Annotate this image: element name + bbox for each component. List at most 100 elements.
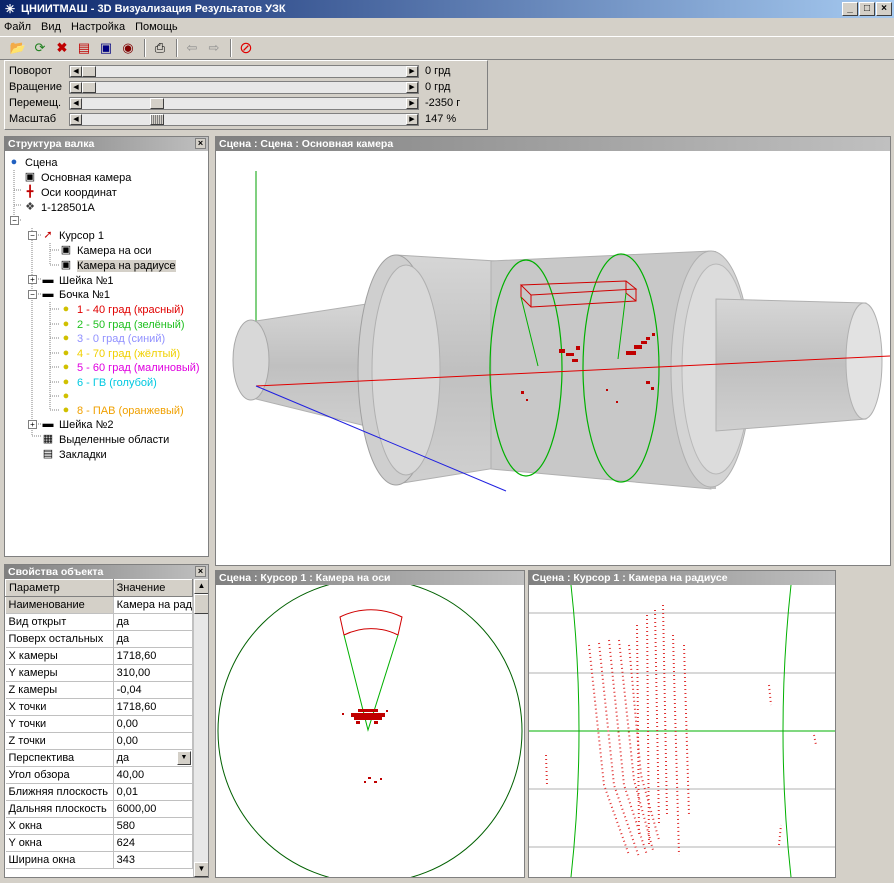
open-folder-icon[interactable]: 📂 bbox=[8, 38, 28, 58]
table-row[interactable]: Поверх остальных да bbox=[5, 630, 194, 648]
delete-icon[interactable]: ✖ bbox=[52, 38, 72, 58]
param-value[interactable]: 343 bbox=[113, 851, 194, 869]
table-row[interactable]: Z камеры -0,04 bbox=[5, 681, 194, 699]
scroll-right-icon[interactable]: ▶ bbox=[406, 113, 418, 125]
axis-camera-view[interactable]: Сцена : Курсор 1 : Камера на оси bbox=[215, 570, 525, 878]
minimize-button[interactable]: _ bbox=[842, 2, 858, 16]
table-row[interactable]: Ширина окна 343 bbox=[5, 851, 194, 869]
param-value[interactable]: 0,00 bbox=[113, 732, 194, 750]
back-icon[interactable]: ⇦ bbox=[182, 38, 202, 58]
param-value[interactable]: 310,00 bbox=[113, 664, 194, 682]
tree-item-beam-4[interactable]: ● 4 - 70 град (жёлтый) bbox=[59, 346, 181, 361]
table-row[interactable]: Наименование Камера на рад bbox=[5, 596, 194, 614]
column-header-value[interactable]: Значение bbox=[112, 579, 194, 597]
perspective-select[interactable]: да ▼ bbox=[113, 749, 194, 767]
scroll-thumb[interactable] bbox=[194, 594, 208, 614]
tree-item-neck-1[interactable]: ▬ Шейка №1 bbox=[41, 273, 114, 288]
forward-icon[interactable]: ⇨ bbox=[204, 38, 224, 58]
maximize-button[interactable]: □ bbox=[859, 2, 875, 16]
param-value[interactable]: 624 bbox=[113, 834, 194, 852]
stop-icon[interactable]: ⊘ bbox=[236, 38, 256, 58]
tree-item-bookmarks[interactable]: ▤ Закладки bbox=[41, 447, 107, 462]
tree-item-axis-camera[interactable]: ▣ Камера на оси bbox=[59, 243, 152, 258]
param-value[interactable]: 40,00 bbox=[113, 766, 194, 784]
param-value[interactable]: 1718,60 bbox=[113, 647, 194, 665]
rotation-slider[interactable]: ◀ ▶ bbox=[69, 64, 419, 78]
table-row[interactable]: Перспектива да ▼ bbox=[5, 749, 194, 767]
properties-scrollbar[interactable]: ▲ ▼ bbox=[193, 579, 208, 877]
scroll-right-icon[interactable]: ▶ bbox=[406, 97, 418, 109]
tree-item-beam-1[interactable]: ● 1 - 40 град (красный) bbox=[59, 302, 184, 317]
refresh-icon[interactable]: ⟳ bbox=[30, 38, 50, 58]
close-icon[interactable]: × bbox=[195, 566, 206, 577]
tree-item-radius-camera[interactable]: ▣ Камера на радиусе bbox=[59, 258, 176, 273]
main-3d-view[interactable]: Сцена : Сцена : Основная камера bbox=[215, 136, 891, 566]
param-value[interactable]: 580 bbox=[113, 817, 194, 835]
print-icon[interactable]: ⎙ bbox=[150, 38, 170, 58]
tree-item-beam-8[interactable]: ● 8 - ПАВ (оранжевый) bbox=[59, 403, 184, 418]
table-row[interactable]: X камеры 1718,60 bbox=[5, 647, 194, 665]
export-icon[interactable]: ▤ bbox=[74, 38, 94, 58]
tree-item-barrel-1[interactable]: ▬ Бочка №1 bbox=[41, 287, 110, 302]
scroll-left-icon[interactable]: ◀ bbox=[70, 97, 82, 109]
tree-item-regions[interactable]: ▦ Выделенные области bbox=[41, 432, 170, 447]
slider-thumb[interactable] bbox=[82, 65, 96, 77]
radius-canvas[interactable] bbox=[529, 585, 835, 877]
expand-toggle[interactable]: + bbox=[28, 420, 37, 429]
scroll-right-icon[interactable]: ▶ bbox=[406, 81, 418, 93]
param-value[interactable]: 1718,60 bbox=[113, 698, 194, 716]
table-row[interactable]: Y окна 624 bbox=[5, 834, 194, 852]
tree-item-beam-3[interactable]: ● 3 - 0 град (синий) bbox=[59, 331, 165, 346]
table-row[interactable]: Вид открыт да bbox=[5, 613, 194, 631]
table-row[interactable]: Ближняя плоскость 0,01 bbox=[5, 783, 194, 801]
table-row[interactable]: X точки 1718,60 bbox=[5, 698, 194, 716]
axis-canvas[interactable] bbox=[216, 585, 524, 877]
table-row[interactable]: Угол обзора 40,00 bbox=[5, 766, 194, 784]
spin-slider[interactable]: ◀ ▶ bbox=[69, 80, 419, 94]
scroll-up-icon[interactable]: ▲ bbox=[194, 579, 208, 594]
param-value[interactable]: -0,04 bbox=[113, 681, 194, 699]
tree-item-part[interactable]: ❖ 1-128501А bbox=[23, 200, 95, 215]
collapse-toggle[interactable]: − bbox=[28, 231, 37, 240]
expand-toggle[interactable]: + bbox=[28, 275, 37, 284]
param-value[interactable]: да bbox=[113, 630, 194, 648]
param-value[interactable]: 0,01 bbox=[113, 783, 194, 801]
tree-item-beam-7[interactable]: ● bbox=[59, 389, 77, 404]
radius-camera-view[interactable]: Сцена : Курсор 1 : Камера на радиусе bbox=[528, 570, 836, 878]
param-value[interactable]: да bbox=[113, 613, 194, 631]
tree-item-beam-5[interactable]: ● 5 - 60 град (малиновый) bbox=[59, 360, 200, 375]
tree-item-beam-2[interactable]: ● 2 - 50 град (зелёный) bbox=[59, 317, 185, 332]
tree-item-neck-2[interactable]: ▬ Шейка №2 bbox=[41, 417, 114, 432]
scroll-down-icon[interactable]: ▼ bbox=[194, 862, 208, 877]
tree-item-cursor[interactable]: ➚ Курсор 1 bbox=[41, 228, 104, 243]
tree-item-beam-6[interactable]: ● 6 - ГВ (голубой) bbox=[59, 375, 157, 390]
menu-file[interactable]: Файл bbox=[4, 21, 31, 33]
save-icon[interactable]: ▣ bbox=[96, 38, 116, 58]
close-icon[interactable]: × bbox=[195, 138, 206, 149]
tree-item-scene[interactable]: ● Сцена bbox=[7, 155, 58, 170]
chevron-down-icon[interactable]: ▼ bbox=[177, 751, 191, 765]
slider-thumb[interactable] bbox=[82, 81, 96, 93]
table-row[interactable]: Z точки 0,00 bbox=[5, 732, 194, 750]
scene-canvas[interactable] bbox=[216, 151, 890, 565]
param-value[interactable]: 6000,00 bbox=[113, 800, 194, 818]
param-value[interactable]: Камера на рад bbox=[113, 596, 194, 614]
collapse-toggle[interactable]: − bbox=[28, 290, 37, 299]
title-bar[interactable]: ✳ ЦНИИТМАШ - 3D Визуализация Результатов… bbox=[0, 0, 894, 18]
scroll-right-icon[interactable]: ▶ bbox=[406, 65, 418, 77]
table-row[interactable]: X окна 580 bbox=[5, 817, 194, 835]
print-preview-icon[interactable]: ◉ bbox=[118, 38, 138, 58]
menu-view[interactable]: Вид bbox=[41, 21, 61, 33]
scroll-left-icon[interactable]: ◀ bbox=[70, 81, 82, 93]
table-row[interactable]: Y точки 0,00 bbox=[5, 715, 194, 733]
menu-help[interactable]: Помощь bbox=[135, 21, 178, 33]
tree-item-axes[interactable]: ╋ Оси координат bbox=[23, 185, 117, 200]
param-value[interactable]: 0,00 bbox=[113, 715, 194, 733]
scale-slider[interactable]: ◀ ▶ bbox=[69, 112, 419, 126]
slider-thumb[interactable] bbox=[150, 113, 164, 125]
menu-settings[interactable]: Настройка bbox=[71, 21, 125, 33]
scroll-left-icon[interactable]: ◀ bbox=[70, 113, 82, 125]
tree-item-main-camera[interactable]: ▣ Основная камера bbox=[23, 170, 132, 185]
column-header-parameter[interactable]: Параметр bbox=[5, 579, 114, 597]
table-row[interactable]: Y камеры 310,00 bbox=[5, 664, 194, 682]
